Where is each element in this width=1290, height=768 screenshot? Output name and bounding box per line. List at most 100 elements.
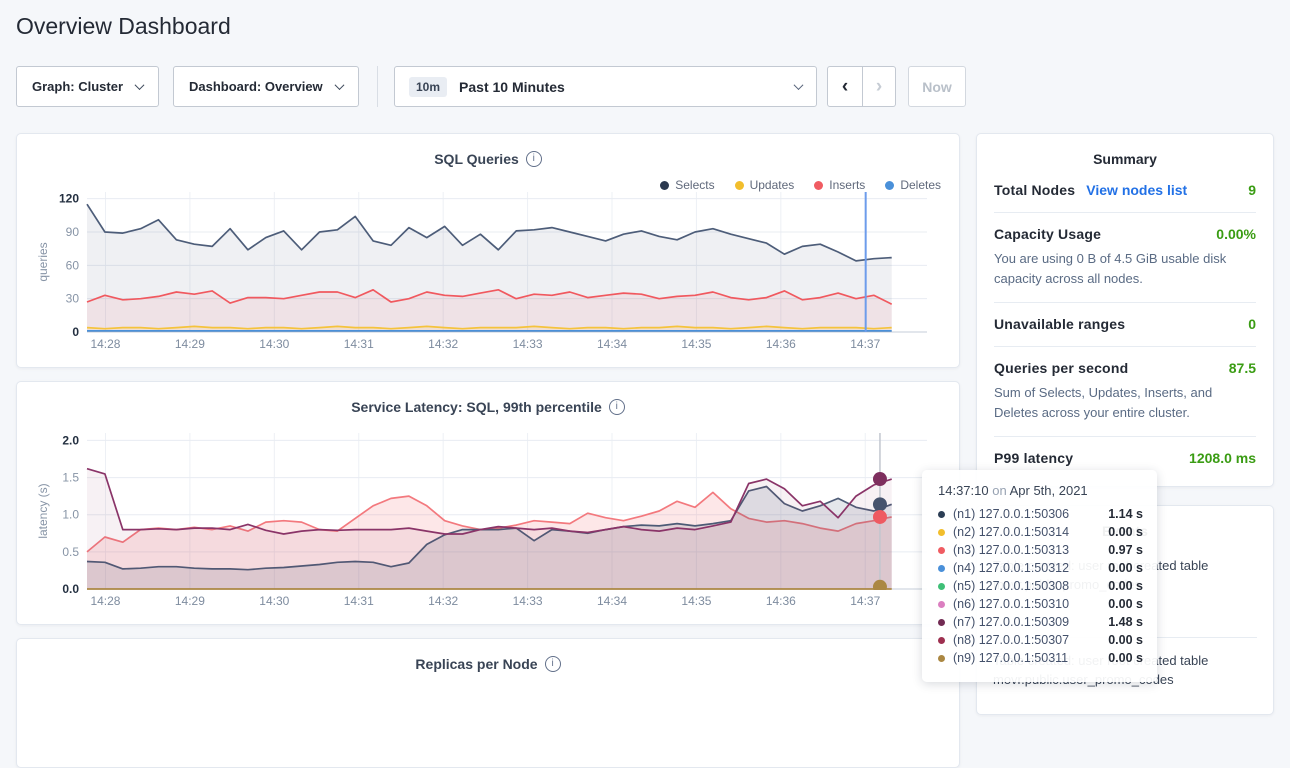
svg-text:14:36: 14:36	[766, 594, 796, 608]
chart-title: Service Latency: SQL, 99th percentile	[351, 399, 602, 415]
tooltip-node-value: 1.48 s	[1108, 615, 1143, 629]
time-next-button[interactable]: ›	[863, 66, 896, 107]
svg-text:14:28: 14:28	[90, 337, 120, 351]
tooltip-row: (n4) 127.0.0.1:503120.00 s	[938, 559, 1143, 577]
series-dot-icon	[938, 655, 945, 662]
summary-value: 87.5	[1229, 360, 1256, 376]
service-latency-chart[interactable]: 14:2814:2914:3014:3114:3214:3314:3414:35…	[33, 425, 943, 618]
series-dot-icon	[938, 547, 945, 554]
svg-text:14:36: 14:36	[766, 337, 796, 351]
time-step-buttons: ‹ ›	[827, 66, 896, 107]
svg-text:90: 90	[66, 225, 80, 239]
series-dot-icon	[938, 565, 945, 572]
summary-rows: Total NodesView nodes list9Capacity Usag…	[977, 167, 1273, 480]
time-prev-button[interactable]: ‹	[827, 66, 863, 107]
chart-tooltip: 14:37:10 on Apr 5th, 2021 (n1) 127.0.0.1…	[922, 470, 1157, 682]
summary-label: Queries per second	[994, 360, 1128, 376]
series-dot-icon	[938, 619, 945, 626]
sql-queries-chart[interactable]: 14:28 14:29 14:30 14:31 14:32 14:33 14:34 14:35…	[33, 184, 943, 361]
divider	[377, 66, 378, 107]
series-dot-icon	[938, 601, 945, 608]
svg-text:14:30: 14:30	[259, 337, 289, 351]
tooltip-row: (n8) 127.0.0.1:50307 0.00 s	[938, 631, 1143, 649]
svg-text:0.0: 0.0	[62, 582, 79, 596]
graph-dropdown-label: Graph: Cluster	[32, 79, 123, 94]
summary-label: Unavailable ranges	[994, 316, 1125, 332]
graph-dropdown[interactable]: Graph: Cluster	[16, 66, 159, 107]
view-nodes-list-link[interactable]: View nodes list	[1086, 182, 1187, 198]
svg-text:120: 120	[59, 192, 79, 206]
summary-row: Total NodesView nodes list9	[994, 169, 1256, 213]
svg-text:latency (s): latency (s)	[36, 483, 50, 538]
svg-text:2.0: 2.0	[62, 433, 79, 447]
svg-text:30: 30	[66, 292, 80, 306]
summary-row: Unavailable ranges0	[994, 303, 1256, 347]
svg-text:14:35: 14:35	[681, 337, 711, 351]
tooltip-node-label: (n6) 127.0.0.1:50310	[953, 597, 1069, 611]
info-icon[interactable]: i	[545, 656, 561, 672]
summary-subtext: You are using 0 B of 4.5 GiB usable disk…	[994, 249, 1256, 288]
page-title: Overview Dashboard	[16, 13, 231, 40]
tooltip-row: (n3) 127.0.0.1:50313 0.97 s	[938, 541, 1143, 559]
tooltip-row: (n9) 127.0.0.1:50311 0.00 s	[938, 649, 1143, 667]
series-dot-icon	[938, 511, 945, 518]
sql-queries-card: SQL Queries i SelectsUpdatesInsertsDelet…	[16, 133, 960, 368]
svg-text:queries: queries	[36, 242, 50, 281]
tooltip-node-value: 1.14 s	[1108, 507, 1143, 521]
svg-text:14:31: 14:31	[344, 594, 374, 608]
overview-dashboard-page: { "page": { "title": "Overview Dashboard…	[0, 0, 1290, 689]
tooltip-node-value: 0.00 s	[1108, 651, 1143, 665]
summary-row: Capacity Usage 0.00% You are using 0 B of …	[994, 213, 1256, 303]
chevron-down-icon	[335, 80, 345, 90]
tooltip-node-label: (n8) 127.0.0.1:50307	[953, 633, 1069, 647]
svg-text:14:32: 14:32	[428, 337, 458, 351]
svg-text:14:31: 14:31	[344, 337, 374, 351]
tooltip-node-label: (n9) 127.0.0.1:50311	[953, 651, 1068, 665]
tooltip-node-label: (n2) 127.0.0.1:50314	[953, 525, 1069, 539]
time-range-picker[interactable]: 10m Past 10 Minutes	[394, 66, 817, 107]
svg-text:14:33: 14:33	[513, 594, 543, 608]
dashboard-dropdown-label: Dashboard: Overview	[189, 79, 323, 94]
tooltip-node-value: 0.97 s	[1108, 543, 1143, 557]
time-range-badge: 10m	[409, 77, 447, 97]
summary-title: Summary	[977, 134, 1273, 167]
svg-text:1.5: 1.5	[62, 471, 79, 485]
svg-text:14:28: 14:28	[90, 594, 120, 608]
series-dot-icon	[938, 637, 945, 644]
chart-title: SQL Queries	[434, 151, 519, 167]
tooltip-node-value: 0.00 s	[1108, 561, 1143, 575]
replicas-per-node-card: Replicas per Node i	[16, 638, 960, 768]
svg-text:14:33: 14:33	[513, 337, 543, 351]
tooltip-node-value: 0.00 s	[1108, 597, 1143, 611]
tooltip-timestamp: 14:37:10 on Apr 5th, 2021	[938, 483, 1143, 498]
tooltip-row: (n6) 127.0.0.1:50310 0.00 s	[938, 595, 1143, 613]
svg-text:0: 0	[72, 325, 79, 339]
tooltip-node-value: 0.00 s	[1108, 525, 1143, 539]
svg-text:14:34: 14:34	[597, 337, 627, 351]
svg-text:1.0: 1.0	[62, 508, 79, 522]
tooltip-node-value: 0.00 s	[1108, 633, 1143, 647]
svg-text:60: 60	[66, 258, 80, 272]
dashboard-dropdown[interactable]: Dashboard: Overview	[173, 66, 359, 107]
svg-text:0.5: 0.5	[62, 545, 79, 559]
info-icon[interactable]: i	[609, 399, 625, 415]
summary-value: 0.00%	[1216, 226, 1256, 242]
summary-panel: Summary Total NodesView nodes list9Capac…	[976, 133, 1274, 487]
tooltip-node-value: 0.00 s	[1108, 579, 1143, 593]
summary-value: 1208.0 ms	[1189, 450, 1256, 466]
tooltip-row: (n5) 127.0.0.1:503080.00 s	[938, 577, 1143, 595]
summary-label: Capacity Usage	[994, 226, 1101, 242]
svg-text:14:34: 14:34	[597, 594, 627, 608]
tooltip-rows: (n1) 127.0.0.1:503061.14 s(n2) 127.0.0.1…	[938, 505, 1143, 667]
controls-bar: Graph: Cluster Dashboard: Overview 10m P…	[16, 66, 966, 107]
svg-text:14:29: 14:29	[175, 337, 205, 351]
now-button[interactable]: Now	[908, 66, 966, 107]
chevron-down-icon	[794, 80, 804, 90]
tooltip-row: (n2) 127.0.0.1:50314 0.00 s	[938, 523, 1143, 541]
info-icon[interactable]: i	[526, 151, 542, 167]
tooltip-row: (n7) 127.0.0.1:503091.48 s	[938, 613, 1143, 631]
series-dot-icon	[938, 583, 945, 590]
summary-subtext: Sum of Selects, Updates, Inserts, and De…	[994, 383, 1256, 422]
tooltip-node-label: (n3) 127.0.0.1:50313	[953, 543, 1069, 557]
summary-row: Queries per second 87.5 Sum of Selects, Up…	[994, 347, 1256, 437]
